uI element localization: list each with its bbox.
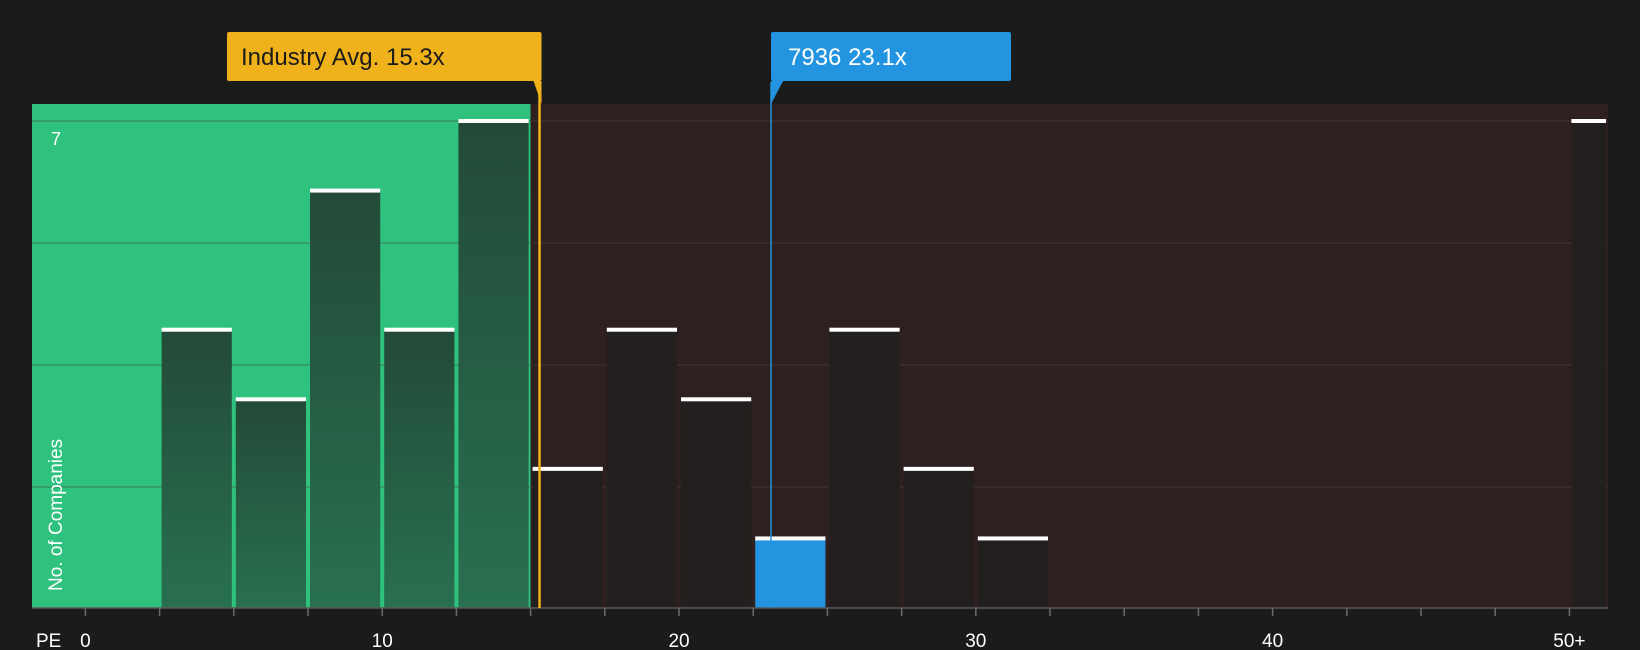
histogram-svg: 0 10 20 30 40 50+ PE 7 No. of Companies Industry … <box>32 32 1608 650</box>
bar-top-marker <box>606 327 678 332</box>
x-tick-label: 0 <box>80 631 91 650</box>
y-axis-title: No. of Companies <box>46 439 67 591</box>
histogram-bar <box>161 329 232 608</box>
x-tick-label: 40 <box>1262 631 1283 650</box>
bar-top-marker <box>681 397 752 402</box>
histogram-bar <box>977 538 1049 608</box>
bar-top-marker <box>310 188 381 193</box>
x-tick-label: 20 <box>668 631 689 650</box>
bar-top-marker <box>903 466 974 471</box>
histogram-bar <box>829 329 900 608</box>
bar-top-marker <box>161 327 232 332</box>
histogram-bar <box>903 468 974 608</box>
histogram-bar <box>755 538 826 608</box>
histogram-bar <box>310 190 381 609</box>
x-tick-label: 50+ <box>1553 631 1585 650</box>
histogram-bar <box>681 399 752 608</box>
bar-top-marker <box>458 119 529 123</box>
company-pe-label: 7936 23.1x <box>788 44 907 71</box>
histogram-bar <box>606 329 678 608</box>
industry-avg-label: Industry Avg. 15.3x <box>241 44 445 71</box>
company-callout-pointer <box>771 81 784 104</box>
bar-top-marker <box>829 327 900 332</box>
x-tick-label: 30 <box>965 631 986 650</box>
pe-distribution-chart: 0 10 20 30 40 50+ PE 7 No. of Companies Industry … <box>0 0 1640 650</box>
histogram-bar <box>235 399 307 608</box>
bar-top-marker <box>1571 119 1606 123</box>
x-tick-label: 10 <box>372 631 393 650</box>
x-axis-label: PE <box>36 631 61 650</box>
bar-top-marker <box>532 466 603 471</box>
bar-top-marker <box>977 536 1049 541</box>
bar-top-marker <box>755 536 826 541</box>
bar-top-marker <box>235 397 307 402</box>
y-tick-label: 7 <box>51 129 61 149</box>
histogram-bar <box>1571 121 1606 608</box>
histogram-bar <box>458 121 529 608</box>
histogram-bar <box>532 468 603 608</box>
bar-top-marker <box>384 327 455 332</box>
histogram-bar <box>384 329 455 608</box>
